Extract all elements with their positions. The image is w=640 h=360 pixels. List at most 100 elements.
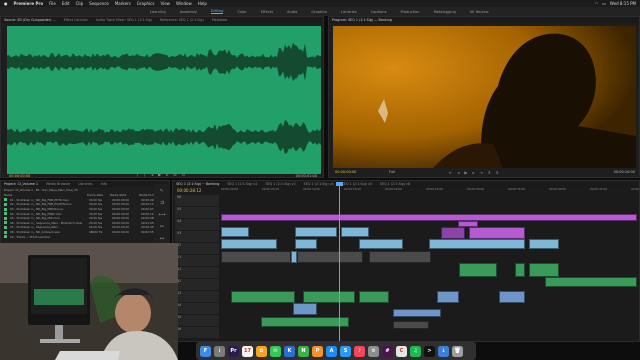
photos-icon[interactable]: ✿: [256, 345, 267, 357]
wifi-icon[interactable]: ◠: [595, 1, 599, 6]
project-item[interactable]: 04 - Shutdown in_ ND_Big_FRB2.mov 30.00 f…: [1, 211, 169, 216]
messages-icon[interactable]: ✉: [270, 345, 281, 357]
video-clip[interactable]: [295, 239, 317, 249]
project-item[interactable]: 07 - Shutdown in_ Sequence_Main 24.00 fps…: [1, 225, 169, 230]
workspace-effects[interactable]: Effects: [261, 10, 273, 14]
menu-graphics[interactable]: Graphics: [137, 1, 155, 6]
col-frame-rate[interactable]: Frame Rate: [87, 193, 107, 197]
audio-clip-blue[interactable]: [393, 309, 441, 317]
go-to-in-icon[interactable]: ⇤: [449, 170, 452, 175]
video-clip-v1[interactable]: [297, 251, 363, 263]
audio-clip[interactable]: [303, 291, 355, 303]
pages-icon[interactable]: P: [312, 345, 323, 357]
audio-clip-blue[interactable]: [293, 303, 317, 315]
workspace-graphics[interactable]: Graphics: [311, 10, 327, 14]
battery-icon[interactable]: ▭: [602, 1, 606, 6]
audio-clip[interactable]: [261, 317, 349, 327]
mark-in-icon[interactable]: {: [136, 172, 139, 177]
workspace-libraries[interactable]: Libraries: [341, 10, 357, 14]
menu-file[interactable]: File: [49, 1, 56, 6]
slip-tool-icon[interactable]: ↔: [160, 236, 164, 242]
overwrite-icon[interactable]: ⊟: [182, 172, 185, 177]
step-forward-icon[interactable]: ▸: [472, 170, 474, 175]
tab-project[interactable]: Project: Ct_Volume 1: [4, 182, 38, 186]
tab-media-browser[interactable]: Media Browser: [46, 182, 70, 186]
ripple-edit-icon[interactable]: ⟷: [158, 212, 165, 218]
tab-program[interactable]: Program: SEQ 1 (2:1:Sig) — Banking: [332, 18, 392, 22]
tab-effect-controls[interactable]: Effect Controls: [64, 18, 88, 22]
project-item[interactable]: 01 - Shutdown in_ ND_Big_FRB_PH7R.mov 30.…: [1, 198, 169, 203]
menu-window[interactable]: Window: [176, 1, 192, 6]
insert-icon[interactable]: ⊞: [173, 172, 176, 177]
audio-clip-blue[interactable]: [499, 291, 525, 303]
project-item[interactable]: 06 - Shutdown in_ Sequence_Main - Midmat…: [1, 221, 169, 226]
numbers-icon[interactable]: N: [298, 345, 309, 357]
playhead-line[interactable]: [339, 185, 340, 341]
slack-icon[interactable]: #: [382, 345, 393, 357]
program-video-frame[interactable]: [333, 26, 636, 168]
video-clip[interactable]: [359, 239, 403, 249]
calendar-icon[interactable]: 17: [242, 345, 253, 357]
tab-reference[interactable]: Reference: SEQ 1 (2:1:Sig): [160, 18, 204, 22]
chrome-icon[interactable]: C: [396, 345, 407, 357]
tab-info[interactable]: Info: [101, 182, 107, 186]
video-clip[interactable]: [295, 227, 337, 237]
menu-help[interactable]: Help: [198, 1, 207, 6]
workspace-color[interactable]: Color: [237, 10, 246, 14]
keynote-icon[interactable]: K: [284, 345, 295, 357]
downloads-icon[interactable]: ↓: [438, 345, 449, 357]
col-name[interactable]: Name: [4, 193, 84, 197]
menu-view[interactable]: View: [160, 1, 170, 6]
menu-edit[interactable]: Edit: [62, 1, 70, 6]
step-forward-icon[interactable]: ▸: [166, 172, 168, 177]
extract-icon[interactable]: ⊻: [496, 170, 499, 175]
video-clip[interactable]: [221, 227, 249, 237]
selection-tool-icon[interactable]: ↖: [160, 188, 164, 194]
clip-title-v6[interactable]: [221, 214, 637, 221]
workspace-learning[interactable]: Learning: [150, 10, 166, 14]
spotify-icon[interactable]: ♫: [410, 345, 421, 357]
workspace-captions[interactable]: Captions: [371, 10, 387, 14]
col-media-end[interactable]: Media End: [139, 193, 154, 197]
workspace-assembly[interactable]: Assembly: [180, 10, 197, 14]
workspace-editing[interactable]: Editing: [210, 9, 224, 14]
project-item[interactable]: 08 - Shutdown in_ ND_Ambient.wav 48000 Hz…: [1, 230, 169, 235]
app-menu[interactable]: Premiere Pro: [14, 1, 44, 6]
program-timecode[interactable]: 00:00:00:00: [335, 170, 356, 174]
track-select-icon[interactable]: ⇉: [160, 200, 164, 206]
video-clip[interactable]: [341, 227, 369, 237]
step-back-icon[interactable]: ◂: [151, 172, 153, 177]
audio-clip[interactable]: [231, 291, 295, 303]
lift-icon[interactable]: ⊼: [488, 170, 491, 175]
video-clip[interactable]: [221, 239, 277, 249]
tab-libraries[interactable]: Libraries: [78, 182, 92, 186]
video-clip[interactable]: [429, 239, 525, 249]
terminal-icon[interactable]: >: [424, 345, 435, 357]
settings-icon[interactable]: ⚙: [368, 345, 379, 357]
app-store-icon[interactable]: A: [326, 345, 337, 357]
tab-metadata[interactable]: Metadata: [212, 18, 228, 22]
project-item[interactable]: 02 - Shutdown in_ ND_Big_FRB_Phil2FR.mov…: [1, 202, 169, 207]
step-back-icon[interactable]: ◂: [457, 170, 459, 175]
clock[interactable]: Wed 8:15 PM: [610, 1, 636, 6]
music-icon[interactable]: ♪: [354, 345, 365, 357]
audio-clip[interactable]: [459, 263, 497, 277]
premiere-pro-icon[interactable]: Pr: [228, 345, 239, 357]
launchpad-icon[interactable]: ⋮: [214, 345, 225, 357]
audio-clip[interactable]: [359, 291, 389, 303]
trash-icon[interactable]: 🗑: [452, 345, 463, 357]
audio-clip-blue[interactable]: [437, 291, 459, 303]
go-to-out-icon[interactable]: ⇥: [479, 170, 482, 175]
menu-markers[interactable]: Markers: [115, 1, 131, 6]
audio-clip[interactable]: [529, 263, 559, 277]
col-media-start[interactable]: Media Start: [110, 193, 136, 197]
workspace-audio[interactable]: Audio: [287, 10, 297, 14]
workspace-metalogging[interactable]: Metalogging: [434, 10, 456, 14]
audio-waveform[interactable]: [7, 26, 321, 174]
project-item[interactable]: 03 - Shutdown in_ ND_Big_NWCN.mov 30.00 f…: [1, 207, 169, 212]
clip-purple-block[interactable]: [469, 227, 525, 239]
menu-clip[interactable]: Clip: [76, 1, 84, 6]
video-clip[interactable]: [529, 239, 559, 249]
play-icon[interactable]: ▶: [158, 172, 161, 177]
audio-clip[interactable]: [515, 263, 525, 277]
